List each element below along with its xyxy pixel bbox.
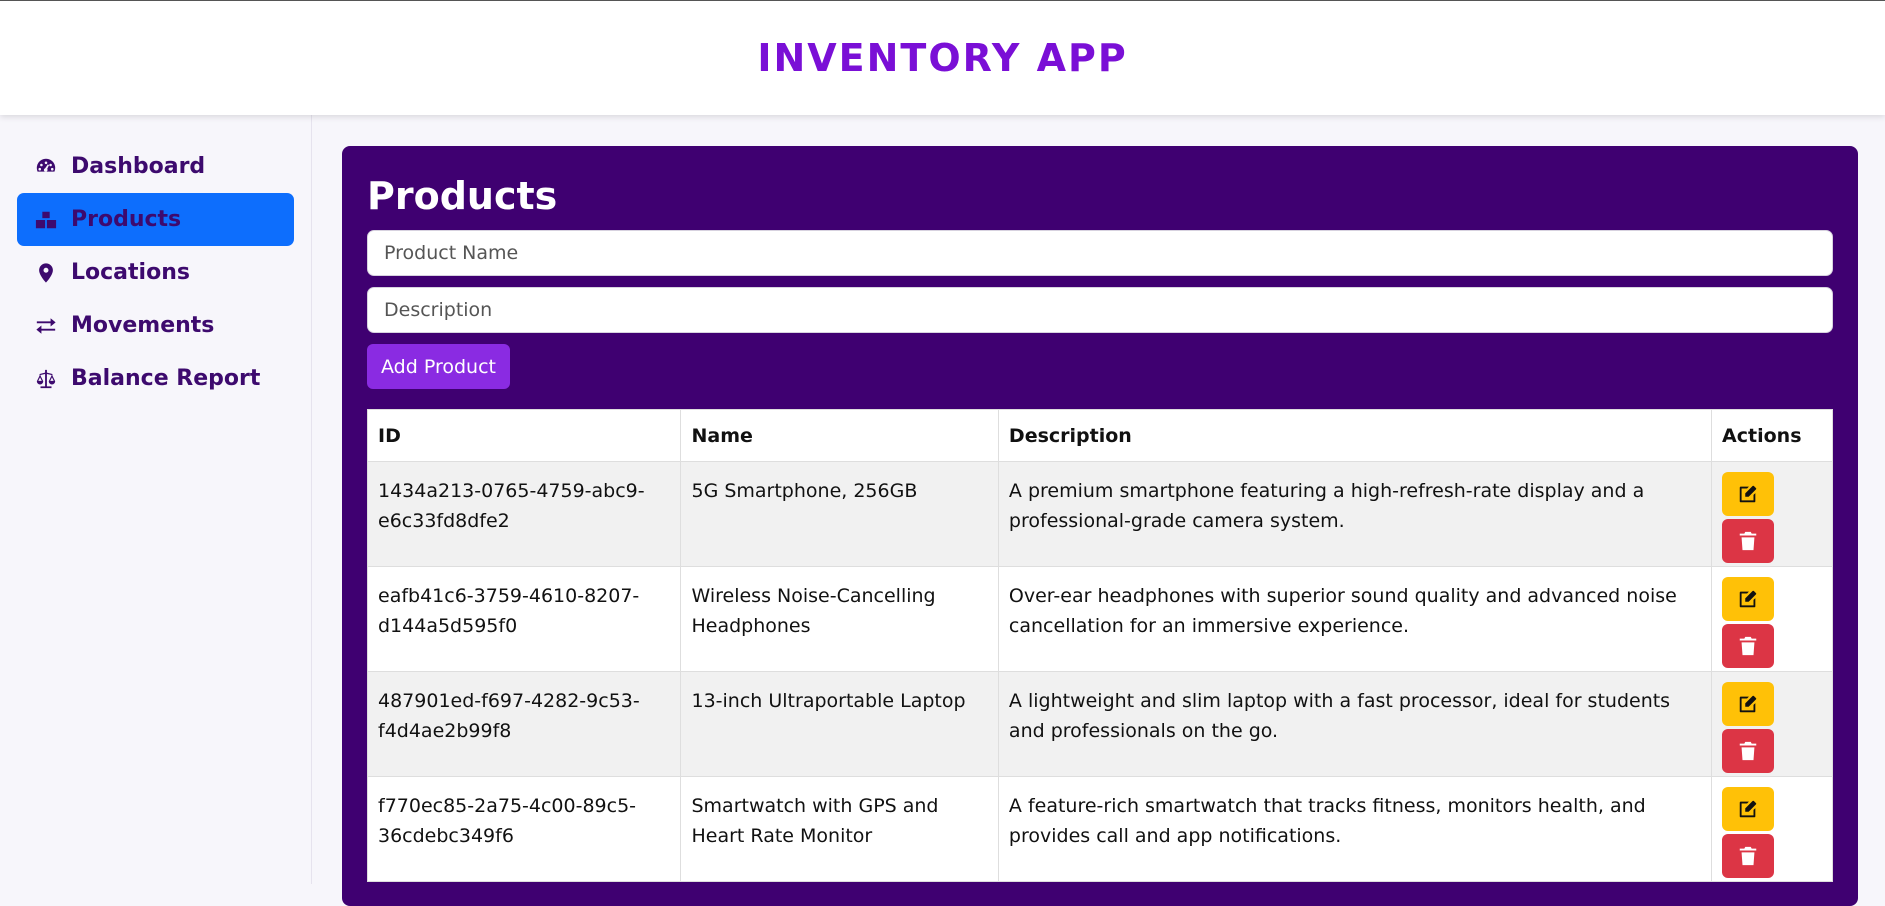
cell-actions [1711, 776, 1833, 882]
cell-id: f770ec85-2a75-4c00-89c5-36cdebc349f6 [366, 776, 682, 882]
edit-button[interactable] [1722, 787, 1775, 831]
cell-actions [1711, 461, 1833, 567]
edit-icon [1739, 590, 1757, 608]
app-title: INVENTORY APP [757, 36, 1128, 80]
sidebar-item-label: Movements [71, 313, 215, 338]
cell-name: 5G Smartphone, 256GB [680, 461, 999, 567]
edit-button[interactable] [1722, 682, 1775, 726]
delete-button[interactable] [1722, 729, 1775, 773]
table-row: 487901ed-f697-4282-9c53-f4d4ae2b99f8 13-… [366, 671, 1833, 777]
column-header-actions: Actions [1711, 409, 1833, 462]
tachometer-icon [35, 156, 57, 178]
column-header-name: Name [680, 409, 999, 462]
table-header-row: ID Name Description Actions [366, 409, 1833, 462]
column-header-id: ID [366, 409, 682, 462]
table-row: f770ec85-2a75-4c00-89c5-36cdebc349f6 Sma… [366, 776, 1833, 882]
map-marker-icon [35, 262, 57, 284]
product-name-input[interactable] [367, 230, 1833, 276]
sidebar-item-products[interactable]: Products [17, 193, 294, 246]
sidebar-item-label: Balance Report [71, 366, 261, 391]
cell-actions [1711, 566, 1833, 672]
cell-id: 1434a213-0765-4759-abc9-e6c33fd8dfe2 [366, 461, 682, 567]
trash-icon [1739, 846, 1757, 866]
balance-scale-icon [35, 368, 57, 390]
add-product-button[interactable]: Add Product [367, 344, 510, 389]
edit-button[interactable] [1722, 472, 1775, 516]
cell-name: Smartwatch with GPS and Heart Rate Monit… [680, 776, 999, 882]
sidebar-item-label: Products [71, 207, 182, 232]
delete-button[interactable] [1722, 624, 1775, 668]
cell-id: eafb41c6-3759-4610-8207-d144a5d595f0 [366, 566, 682, 672]
trash-icon [1739, 636, 1757, 656]
edit-icon [1739, 695, 1757, 713]
edit-icon [1739, 800, 1757, 818]
table-row: 1434a213-0765-4759-abc9-e6c33fd8dfe2 5G … [366, 461, 1833, 567]
main-content: Products Add Product ID Name Description… [312, 114, 1885, 906]
cell-description: A feature-rich smartwatch that tracks fi… [997, 776, 1713, 882]
description-input[interactable] [367, 287, 1833, 333]
edit-icon [1739, 485, 1757, 503]
cell-name: Wireless Noise-Cancelling Headphones [680, 566, 999, 672]
cell-description: Over-ear headphones with superior sound … [997, 566, 1713, 672]
edit-button[interactable] [1722, 577, 1775, 621]
cell-name: 13-inch Ultraportable Laptop [680, 671, 999, 777]
products-panel: Products Add Product ID Name Description… [342, 146, 1858, 906]
column-header-description: Description [997, 409, 1713, 462]
products-table: ID Name Description Actions 1434a213-076… [366, 409, 1833, 882]
sidebar-item-dashboard[interactable]: Dashboard [17, 140, 294, 193]
sidebar-item-label: Locations [71, 260, 190, 285]
page-title: Products [367, 174, 558, 218]
boxes-icon [35, 209, 57, 231]
sidebar-item-locations[interactable]: Locations [17, 246, 294, 299]
sidebar-item-label: Dashboard [71, 154, 206, 179]
trash-icon [1739, 741, 1757, 761]
sidebar: Dashboard Products Locations Movements B… [0, 114, 312, 884]
sidebar-item-movements[interactable]: Movements [17, 299, 294, 352]
delete-button[interactable] [1722, 519, 1775, 563]
table-row: eafb41c6-3759-4610-8207-d144a5d595f0 Wir… [366, 566, 1833, 672]
app-header: INVENTORY APP [0, 0, 1885, 115]
delete-button[interactable] [1722, 834, 1775, 878]
exchange-icon [35, 315, 57, 337]
cell-description: A premium smartphone featuring a high-re… [997, 461, 1713, 567]
cell-description: A lightweight and slim laptop with a fas… [997, 671, 1713, 777]
cell-id: 487901ed-f697-4282-9c53-f4d4ae2b99f8 [366, 671, 682, 777]
trash-icon [1739, 531, 1757, 551]
sidebar-item-balance-report[interactable]: Balance Report [17, 352, 294, 405]
cell-actions [1711, 671, 1833, 777]
